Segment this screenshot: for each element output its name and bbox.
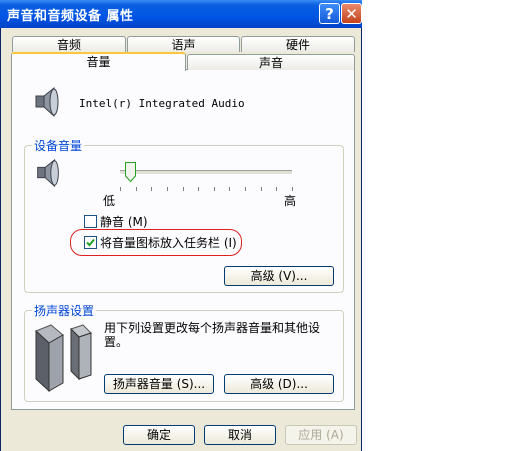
tab-voice[interactable]: 语声 xyxy=(127,36,240,52)
device-name: Intel(r) Integrated Audio xyxy=(79,97,245,110)
volume-low-label: 低 xyxy=(103,194,116,208)
volume-slider-tick xyxy=(167,187,168,191)
cancel-button[interactable]: 取消 xyxy=(204,425,276,445)
volume-slider-track[interactable] xyxy=(120,170,292,175)
taskbar-icon-label[interactable]: 将音量图标放入任务栏 (I) xyxy=(100,234,237,251)
volume-slider-tick xyxy=(120,187,121,191)
tab-hardware[interactable]: 硬件 xyxy=(241,36,355,52)
apply-button[interactable]: 应用 (A) xyxy=(285,425,357,445)
device-advanced-button[interactable]: 高级 (V)... xyxy=(224,266,334,286)
volume-slider-tick xyxy=(136,187,137,191)
tab-sounds[interactable]: 声音 xyxy=(187,54,355,70)
speaker-volume-button[interactable]: 扬声器音量 (S)... xyxy=(104,374,214,394)
mute-label[interactable]: 静音 (M) xyxy=(100,213,148,230)
close-button[interactable]: ✕ xyxy=(341,3,362,24)
volume-slider-tick xyxy=(245,187,246,191)
help-button[interactable]: ? xyxy=(319,3,340,24)
device-volume-label: 设备音量 xyxy=(32,137,85,154)
volume-slider-tick xyxy=(198,187,199,191)
speaker-icon xyxy=(30,85,64,119)
volume-slider-thumb[interactable] xyxy=(125,162,137,183)
volume-speaker-icon xyxy=(32,156,64,190)
speaker-description: 用下列设置更改每个扬声器音量和其他设置。 xyxy=(104,321,321,349)
volume-slider-tick xyxy=(229,187,230,191)
window-title: 声音和音频设备 属性 xyxy=(7,9,134,24)
volume-slider-tick xyxy=(261,187,262,191)
mute-checkbox[interactable] xyxy=(84,215,97,228)
speakers-icon xyxy=(33,321,93,393)
taskbar-icon-checkbox[interactable] xyxy=(84,236,97,249)
volume-slider-tick xyxy=(183,187,184,191)
tab-volume[interactable]: 音量 xyxy=(11,52,186,71)
ok-button[interactable]: 确定 xyxy=(123,425,195,445)
dialog-window: 声音和音频设备 属性 ? ✕ 音频 语声 硬件 音量 声音 Intel(r) I… xyxy=(0,0,362,451)
speaker-advanced-button[interactable]: 高级 (D)... xyxy=(224,374,334,394)
volume-high-label: 高 xyxy=(284,194,297,208)
speaker-settings-label: 扬声器设置 xyxy=(32,302,97,319)
volume-slider-tick xyxy=(151,187,152,191)
title-bar[interactable]: 声音和音频设备 属性 ? ✕ xyxy=(0,0,362,28)
volume-slider-tick xyxy=(292,187,293,191)
tab-audio[interactable]: 音频 xyxy=(12,36,126,52)
volume-slider-tick xyxy=(214,187,215,191)
volume-slider-tick xyxy=(276,187,277,191)
